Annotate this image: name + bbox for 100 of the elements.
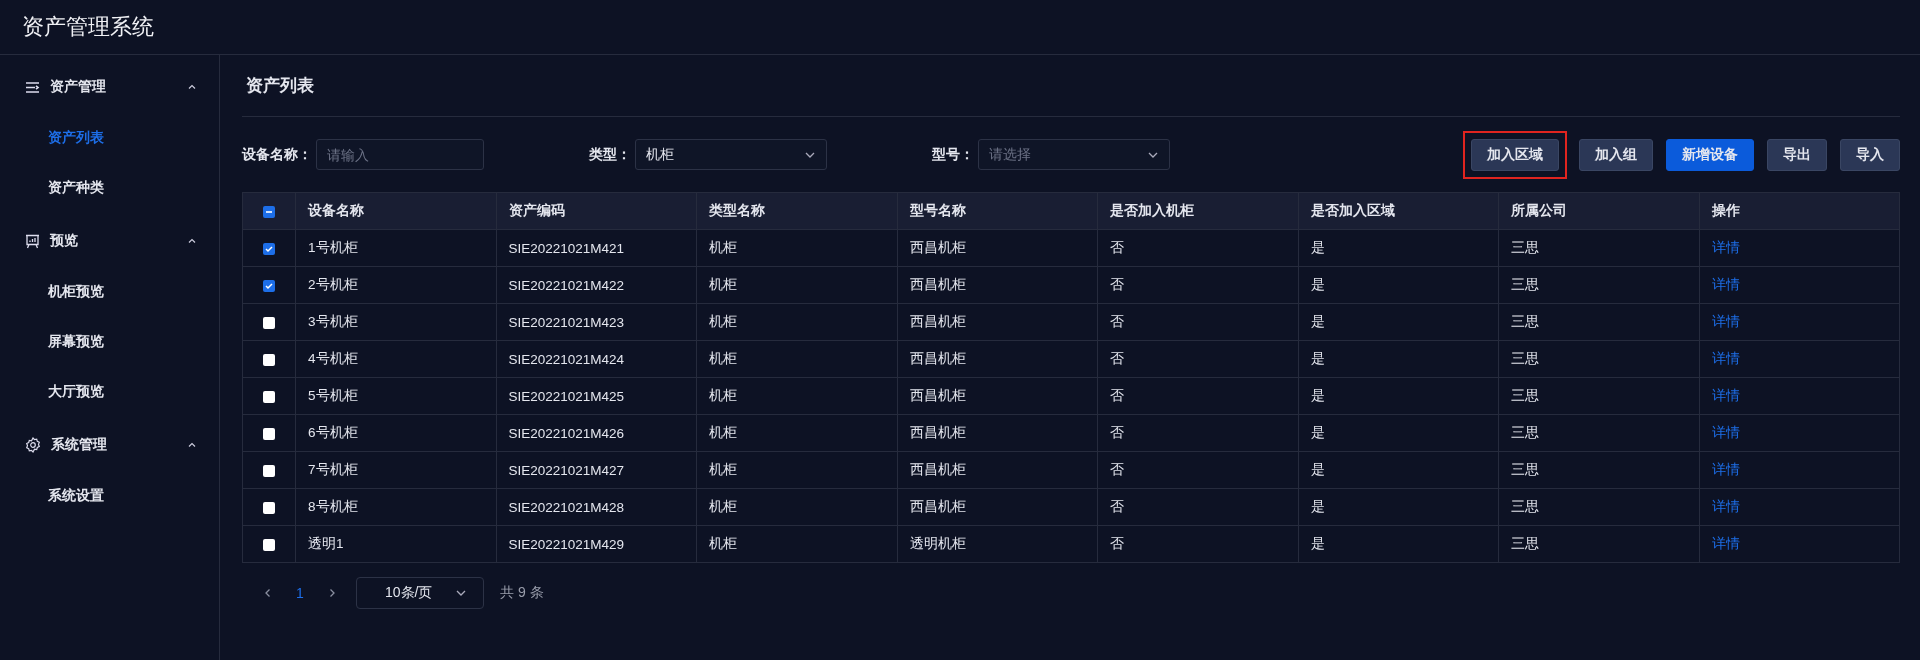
column-header: 型号名称 [897, 192, 1098, 230]
sidebar-item[interactable]: 大厅预览 [0, 366, 219, 416]
details-link[interactable]: 详情 [1711, 240, 1740, 255]
input-field[interactable]: 请输入 [316, 139, 484, 170]
table-cell: 三思 [1498, 303, 1699, 341]
toolbar-button[interactable]: 导入 [1840, 138, 1900, 171]
table-cell: 三思 [1498, 377, 1699, 415]
sidebar-item[interactable]: 屏幕预览 [0, 316, 219, 366]
app-title: 资产管理系统 [22, 13, 154, 41]
table-cell: SIE20221021M424 [496, 340, 697, 378]
page-number[interactable]: 1 [284, 585, 316, 601]
details-link[interactable]: 详情 [1711, 277, 1740, 292]
table-cell: 西昌机柜 [897, 414, 1098, 452]
table-cell: 是 [1298, 488, 1499, 526]
table-cell: 是 [1298, 303, 1499, 341]
column-header: 类型名称 [696, 192, 897, 230]
table-cell: SIE20221021M423 [496, 303, 697, 341]
table-cell: 三思 [1498, 414, 1699, 452]
table-cell: 是 [1298, 525, 1499, 563]
table-cell: 5号机柜 [295, 377, 496, 415]
table-cell: 是 [1298, 377, 1499, 415]
table-cell: 三思 [1498, 488, 1699, 526]
row-checkbox[interactable] [263, 427, 275, 440]
toolbar-button[interactable]: 加入组 [1579, 138, 1653, 171]
table-cell: 否 [1097, 377, 1298, 415]
table-cell: 是 [1298, 414, 1499, 452]
toolbar-button[interactable]: 导出 [1767, 138, 1827, 171]
table-cell: 西昌机柜 [897, 266, 1098, 304]
toolbar-button[interactable]: 加入区域 [1471, 138, 1559, 171]
filter-label: 设备名称： [242, 145, 312, 164]
table-cell: 是 [1298, 266, 1499, 304]
table-cell: 否 [1097, 525, 1298, 563]
column-header: 资产编码 [496, 192, 697, 230]
table-cell: 三思 [1498, 340, 1699, 378]
table-cell: SIE20221021M429 [496, 525, 697, 563]
page-size-select[interactable]: 10条/页 [356, 577, 484, 609]
table-cell: 透明机柜 [897, 525, 1098, 563]
table-cell: 西昌机柜 [897, 377, 1098, 415]
row-checkbox[interactable] [263, 279, 275, 292]
column-header: 是否加入机柜 [1097, 192, 1298, 230]
row-checkbox[interactable] [263, 390, 275, 403]
sidebar-item[interactable]: 机柜预览 [0, 266, 219, 316]
details-link[interactable]: 详情 [1711, 388, 1740, 403]
table-cell: 2号机柜 [295, 266, 496, 304]
table-cell: 3号机柜 [295, 303, 496, 341]
menu-group-header[interactable]: 预览 [0, 219, 219, 263]
sidebar-item[interactable]: 资产种类 [0, 162, 219, 212]
table-cell: 机柜 [696, 303, 897, 341]
table-cell: 西昌机柜 [897, 488, 1098, 526]
table-cell: SIE20221021M427 [496, 451, 697, 489]
table-cell: SIE20221021M421 [496, 229, 697, 267]
table-cell: 西昌机柜 [897, 451, 1098, 489]
table-cell: 否 [1097, 451, 1298, 489]
total-count: 共 9 条 [500, 584, 544, 602]
page-title: 资产列表 [246, 75, 314, 97]
table-cell: 是 [1298, 451, 1499, 489]
row-checkbox[interactable] [263, 316, 275, 329]
table-cell: 三思 [1498, 266, 1699, 304]
column-header: 设备名称 [295, 192, 496, 230]
table-cell: 机柜 [696, 266, 897, 304]
sidebar-item[interactable]: 系统设置 [0, 470, 219, 520]
details-link[interactable]: 详情 [1711, 314, 1740, 329]
row-checkbox[interactable] [263, 242, 275, 255]
table-cell: SIE20221021M428 [496, 488, 697, 526]
row-checkbox[interactable] [263, 464, 275, 477]
table-cell: 否 [1097, 340, 1298, 378]
table-cell: 否 [1097, 266, 1298, 304]
toolbar-button[interactable]: 新增设备 [1666, 138, 1754, 171]
details-link[interactable]: 详情 [1711, 536, 1740, 551]
filter-label: 类型： [589, 145, 631, 164]
menu-group-header[interactable]: 资产管理 [0, 65, 219, 109]
details-link[interactable]: 详情 [1711, 425, 1740, 440]
select-all-checkbox[interactable] [263, 205, 275, 218]
table-cell: 1号机柜 [295, 229, 496, 267]
table-cell: 否 [1097, 229, 1298, 267]
menu-group-header[interactable]: 系统管理 [0, 423, 219, 467]
table-cell: SIE20221021M422 [496, 266, 697, 304]
filter-label: 型号： [932, 145, 974, 164]
details-link[interactable]: 详情 [1711, 462, 1740, 477]
select-field[interactable]: 请选择 [978, 139, 1170, 170]
checkmark-icon [264, 243, 274, 254]
row-checkbox[interactable] [263, 353, 275, 366]
table-cell: 机柜 [696, 229, 897, 267]
row-checkbox[interactable] [263, 501, 275, 514]
chevron-up-icon [187, 82, 197, 92]
table-cell: 是 [1298, 340, 1499, 378]
table-cell: 机柜 [696, 525, 897, 563]
column-header: 所属公司 [1498, 192, 1699, 230]
row-checkbox[interactable] [263, 538, 275, 551]
details-link[interactable]: 详情 [1711, 499, 1740, 514]
table-cell: 否 [1097, 414, 1298, 452]
select-field[interactable]: 机柜 [635, 139, 827, 170]
table-cell: 是 [1298, 229, 1499, 267]
table-cell: 三思 [1498, 525, 1699, 563]
checkmark-icon [264, 280, 274, 291]
table-cell: 机柜 [696, 340, 897, 378]
chevron-up-icon [187, 236, 197, 246]
table-cell: 透明1 [295, 525, 496, 563]
sidebar-item[interactable]: 资产列表 [0, 112, 219, 162]
details-link[interactable]: 详情 [1711, 351, 1740, 366]
